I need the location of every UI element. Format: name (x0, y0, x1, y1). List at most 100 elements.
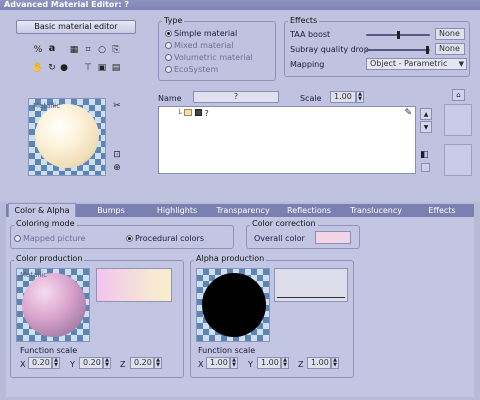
taa-boost-slider-thumb[interactable] (397, 31, 400, 39)
type-option-mixed[interactable]: Mixed material (165, 41, 234, 50)
taa-boost-slider[interactable] (366, 31, 430, 39)
rotate-icon[interactable]: ↻ (46, 62, 58, 74)
tree-scroll-up[interactable]: ▲ (420, 108, 432, 120)
tab-transparency[interactable]: Transparency (210, 204, 276, 217)
radio-icon (126, 235, 133, 242)
hand-icon[interactable]: ✋ (32, 62, 44, 74)
new-layer-icon[interactable]: ◧ (420, 150, 429, 160)
basic-material-editor-button[interactable]: Basic material editor (16, 20, 136, 34)
alpha-x-spinner[interactable]: ▲ ▼ (230, 357, 238, 369)
tab-translucency[interactable]: Translucency (342, 204, 410, 217)
window-title: Advanced Material Editor: ? (4, 0, 129, 9)
tree-scroll-down[interactable]: ▼ (420, 121, 432, 133)
type-group-title: Type (162, 16, 185, 25)
scissors-icon[interactable]: ✂ (111, 100, 123, 112)
color-z-label: Z (120, 360, 126, 369)
crop-icon[interactable]: ⌗ (82, 44, 94, 56)
alpha-y-label: Y (248, 360, 253, 369)
alpha-production-preview[interactable] (196, 268, 270, 342)
color-production-preview[interactable]: Metallic (16, 268, 90, 342)
type-option-ecosystem[interactable]: EcoSystem (165, 65, 218, 74)
film-icon[interactable]: ▣ (96, 62, 108, 74)
copy-icon[interactable]: ⎘ (110, 44, 122, 56)
subray-quality-value[interactable]: None (435, 43, 465, 55)
film-strip-icon[interactable]: ▤ (110, 62, 122, 74)
alpha-z-spinner[interactable]: ▲ ▼ (331, 357, 339, 369)
camera-icon[interactable]: ⊤ (82, 62, 94, 74)
coloring-mapped-option[interactable]: Mapped picture (14, 234, 85, 243)
radio-icon (165, 66, 172, 73)
chevron-down-icon: ▼ (458, 60, 464, 68)
preview-overlay-label: Metallic (33, 102, 61, 110)
alpha-gradient-preview[interactable] (274, 268, 348, 302)
color-z-spinner[interactable]: ▲ ▼ (154, 357, 162, 369)
color-gradient-preview[interactable] (96, 268, 172, 302)
material-sphere (35, 104, 99, 168)
tab-color-alpha[interactable]: Color & Alpha (8, 203, 76, 217)
color-correction-title: Color correction (250, 219, 318, 228)
taa-boost-label: TAA boost (290, 30, 331, 39)
fit-view-icon[interactable]: ⊡ (111, 149, 123, 161)
mapping-value: Object - Parametric (370, 59, 448, 68)
lock-icon[interactable]: ⌂ (452, 89, 465, 101)
subray-quality-slider-thumb[interactable] (426, 46, 429, 54)
effects-group-title: Effects (288, 16, 320, 25)
mapping-select[interactable]: Object - Parametric ▼ (366, 58, 467, 70)
coloring-procedural-option[interactable]: Procedural colors (126, 234, 204, 243)
swatch-bottom[interactable] (444, 144, 472, 176)
grid-icon[interactable]: ▦ (68, 44, 80, 56)
zoom-icon[interactable]: ⊕ (111, 162, 123, 174)
alpha-function-scale-label: Function scale (198, 346, 256, 355)
color-y-label: Y (70, 360, 75, 369)
name-field[interactable]: ? (193, 91, 279, 103)
subray-quality-slider[interactable] (366, 46, 430, 54)
color-production-sphere (22, 273, 86, 337)
alpha-y-spinner[interactable]: ▲ ▼ (281, 357, 289, 369)
delete-layer-icon[interactable] (421, 163, 430, 172)
alpha-z-field[interactable]: 1.00 (307, 357, 331, 369)
color-x-spinner[interactable]: ▲ ▼ (52, 357, 60, 369)
color-production-overlay-label: Metallic (20, 271, 48, 279)
name-label: Name (158, 94, 182, 103)
mapping-label: Mapping (290, 60, 325, 69)
color-y-field[interactable]: 0.20 (79, 357, 103, 369)
person-icon[interactable]: ● (58, 62, 70, 74)
tab-bumps[interactable]: Bumps (78, 204, 144, 217)
alpha-x-field[interactable]: 1.00 (206, 357, 230, 369)
alpha-x-label: X (198, 360, 204, 369)
subray-quality-label: Subray quality drop (290, 45, 369, 54)
color-z-field[interactable]: 0.20 (130, 357, 154, 369)
overall-color-label: Overall color (254, 234, 305, 243)
tree-item[interactable]: └ ? (177, 109, 209, 118)
alpha-gradient-line (277, 297, 345, 298)
type-option-volumetric[interactable]: Volumetric material (165, 53, 253, 62)
scale-spinner[interactable]: ▲ ▼ (356, 91, 364, 103)
edit-pencil-icon[interactable]: ✎ (404, 108, 412, 118)
color-production-title: Color production (14, 254, 85, 263)
type-option-simple[interactable]: Simple material (165, 29, 237, 38)
tab-reflections[interactable]: Reflections (276, 204, 342, 217)
window-title-bar: Advanced Material Editor: ? (0, 0, 480, 10)
percent-icon[interactable]: % (32, 44, 44, 56)
taa-boost-value[interactable]: None (435, 28, 465, 40)
overall-color-swatch[interactable] (315, 231, 351, 244)
tab-effects[interactable]: Effects (410, 204, 474, 217)
alpha-z-label: Z (298, 360, 304, 369)
scale-label: Scale (300, 94, 322, 103)
text-a-icon[interactable]: a (46, 43, 58, 55)
folder-icon (184, 109, 193, 116)
alpha-y-field[interactable]: 1.00 (257, 357, 281, 369)
bulb-icon[interactable]: ○ (96, 44, 108, 56)
swatch-top[interactable] (444, 104, 472, 136)
tree-item-label: ? (204, 109, 209, 118)
radio-icon (165, 42, 172, 49)
tab-highlights[interactable]: Highlights (144, 204, 210, 217)
name-value: ? (233, 92, 239, 101)
color-y-spinner[interactable]: ▲ ▼ (103, 357, 111, 369)
material-preview[interactable]: Metallic (28, 98, 106, 176)
coloring-mode-title: Coloring mode (14, 219, 77, 228)
color-x-field[interactable]: 0.20 (28, 357, 52, 369)
scale-field[interactable]: 1.00 (330, 91, 356, 103)
radio-icon (165, 54, 172, 61)
material-tree[interactable]: └ ? ✎ (158, 106, 416, 174)
